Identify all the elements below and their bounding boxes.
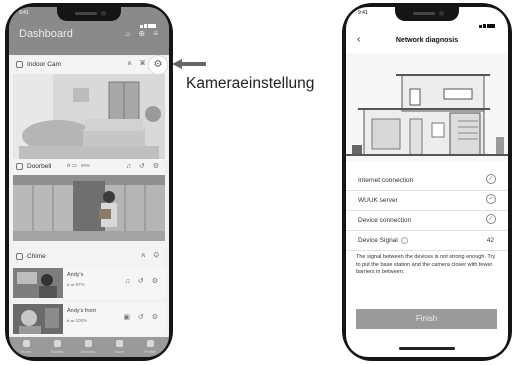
header-actions[interactable]: ⌂ ⊕ ≡ (125, 29, 161, 38)
left-phone: 9:41 Dashboard ⌂ ⊕ ≡ Indoor Cam ጰ ▣ ↺ ⚙ (5, 3, 173, 361)
home-icon (22, 340, 30, 347)
row-internet-connection: Internet connection ✓ (346, 171, 508, 191)
status-time: 9:41 (19, 10, 29, 16)
bell-icon[interactable]: ♫ (125, 278, 133, 285)
camera-actions: ጰ ⚙ (141, 252, 162, 260)
page-title: Network diagnosis (395, 37, 459, 44)
camera-row-indoor[interactable]: Indoor Cam ጰ ▣ ↺ (13, 57, 165, 73)
battery-status: ጰ ▭ 99% (67, 163, 90, 169)
camera-actions: ♫ ↺ ⚙ (125, 277, 161, 285)
check-circle-icon: ✓ (486, 214, 496, 224)
signal-warning-message: The signal between the devices is not st… (356, 254, 496, 275)
list-item-andys[interactable]: Andy's ጰ ▭ 87% ♫ ↺ ⚙ (13, 267, 165, 299)
camera-actions: ▣ ↺ ⚙ (123, 313, 161, 321)
battery-level: 100% (75, 318, 88, 323)
camera-thumbnail (13, 268, 63, 298)
lock-icon[interactable]: ▣ (123, 314, 133, 321)
check-circle-icon: ✓ (486, 174, 496, 184)
settings-gear-icon[interactable]: ⚙ (152, 278, 161, 285)
camera-thumbnail (13, 304, 63, 334)
indoor-cam-feed[interactable] (13, 74, 165, 159)
doorbell-icon (16, 163, 23, 170)
events-icon (53, 340, 61, 347)
status-icons (478, 10, 498, 28)
settings-gear-icon[interactable]: ⚙ (152, 314, 161, 321)
doorbell-feed[interactable] (13, 175, 165, 241)
battery-level: 87% (75, 282, 85, 287)
living-room-image (13, 74, 165, 159)
row-device-signal: Device Signal 42 (346, 231, 508, 251)
camera-name: Doorbell (27, 163, 52, 170)
store-icon (115, 340, 123, 347)
bottom-tab-bar: Home Events Security Store Profile (9, 337, 169, 357)
row-label: Internet connection (358, 177, 414, 184)
tab-store[interactable]: Store (104, 340, 134, 354)
settings-gear-icon[interactable]: ⚙ (153, 163, 162, 170)
chime-icon (16, 253, 23, 260)
settings-gear-icon[interactable]: ⚙ (149, 56, 167, 74)
settings-gear-icon[interactable]: ⚙ (153, 252, 162, 259)
history-icon[interactable]: ↺ (139, 163, 148, 170)
status-icons (139, 10, 159, 28)
callout-label: Kameraeinstellung (186, 75, 315, 92)
tab-profile[interactable]: Profile (135, 340, 165, 354)
page-title: Dashboard (19, 28, 73, 40)
share-icon[interactable]: ጰ (128, 60, 135, 67)
right-phone: 9:41 ‹ Network diagnosis Internet connec… (342, 3, 512, 361)
share-icon[interactable]: ጰ (141, 252, 148, 259)
camera-icon (16, 61, 23, 68)
camera-info: Andy's front ጰ ▭ 100% (67, 308, 96, 323)
camera-name: Indoor Cam (27, 61, 61, 68)
tab-events[interactable]: Events (42, 340, 72, 354)
tab-security[interactable]: Security (73, 340, 103, 354)
finish-button[interactable]: Finish (356, 309, 497, 329)
camera-name: Andy's front (67, 308, 96, 314)
row-label: Device connection (358, 217, 412, 224)
camera-name: Chime (27, 253, 46, 260)
lock-icon[interactable]: ▣ (140, 60, 148, 67)
signal-value: 42 (486, 237, 494, 244)
row-label: Device Signal (358, 237, 398, 245)
camera-info: Andy's ጰ ▭ 87% (67, 272, 85, 287)
doorway-image (13, 175, 165, 241)
tab-home[interactable]: Home (11, 340, 41, 354)
info-icon[interactable] (400, 237, 408, 244)
bell-icon[interactable]: ♫ (126, 163, 134, 170)
history-icon[interactable]: ↺ (138, 278, 147, 285)
house-image (346, 53, 508, 161)
row-label: WUUK server (358, 197, 398, 204)
camera-row-doorbell[interactable]: Doorbell ጰ ▭ 99% ♫ ↺ ⚙ (13, 159, 165, 175)
history-icon[interactable]: ↺ (138, 314, 147, 321)
row-wuuk-server: WUUK server ✓ (346, 191, 508, 211)
profile-icon (146, 340, 154, 347)
house-illustration (346, 53, 508, 161)
list-item-andys-front[interactable]: Andy's front ጰ ▭ 100% ▣ ↺ ⚙ (13, 303, 165, 335)
camera-actions: ♫ ↺ ⚙ (126, 162, 162, 170)
status-time: 9:41 (358, 10, 368, 16)
camera-row-chime[interactable]: Chime ጰ ⚙ (13, 249, 165, 265)
row-device-connection: Device connection ✓ (346, 211, 508, 231)
home-indicator (399, 347, 455, 350)
security-icon (84, 340, 92, 347)
diagnosis-list: Internet connection ✓ WUUK server ✓ Devi… (346, 171, 508, 251)
phone-notch (395, 7, 459, 21)
phone-notch (57, 7, 121, 21)
dashboard-screen: 9:41 Dashboard ⌂ ⊕ ≡ Indoor Cam ጰ ▣ ↺ ⚙ (9, 7, 169, 357)
callout-arrow (172, 59, 206, 69)
network-diagnosis-screen: 9:41 ‹ Network diagnosis Internet connec… (346, 7, 508, 357)
check-circle-icon: ✓ (486, 194, 496, 204)
camera-name: Andy's (67, 272, 84, 278)
